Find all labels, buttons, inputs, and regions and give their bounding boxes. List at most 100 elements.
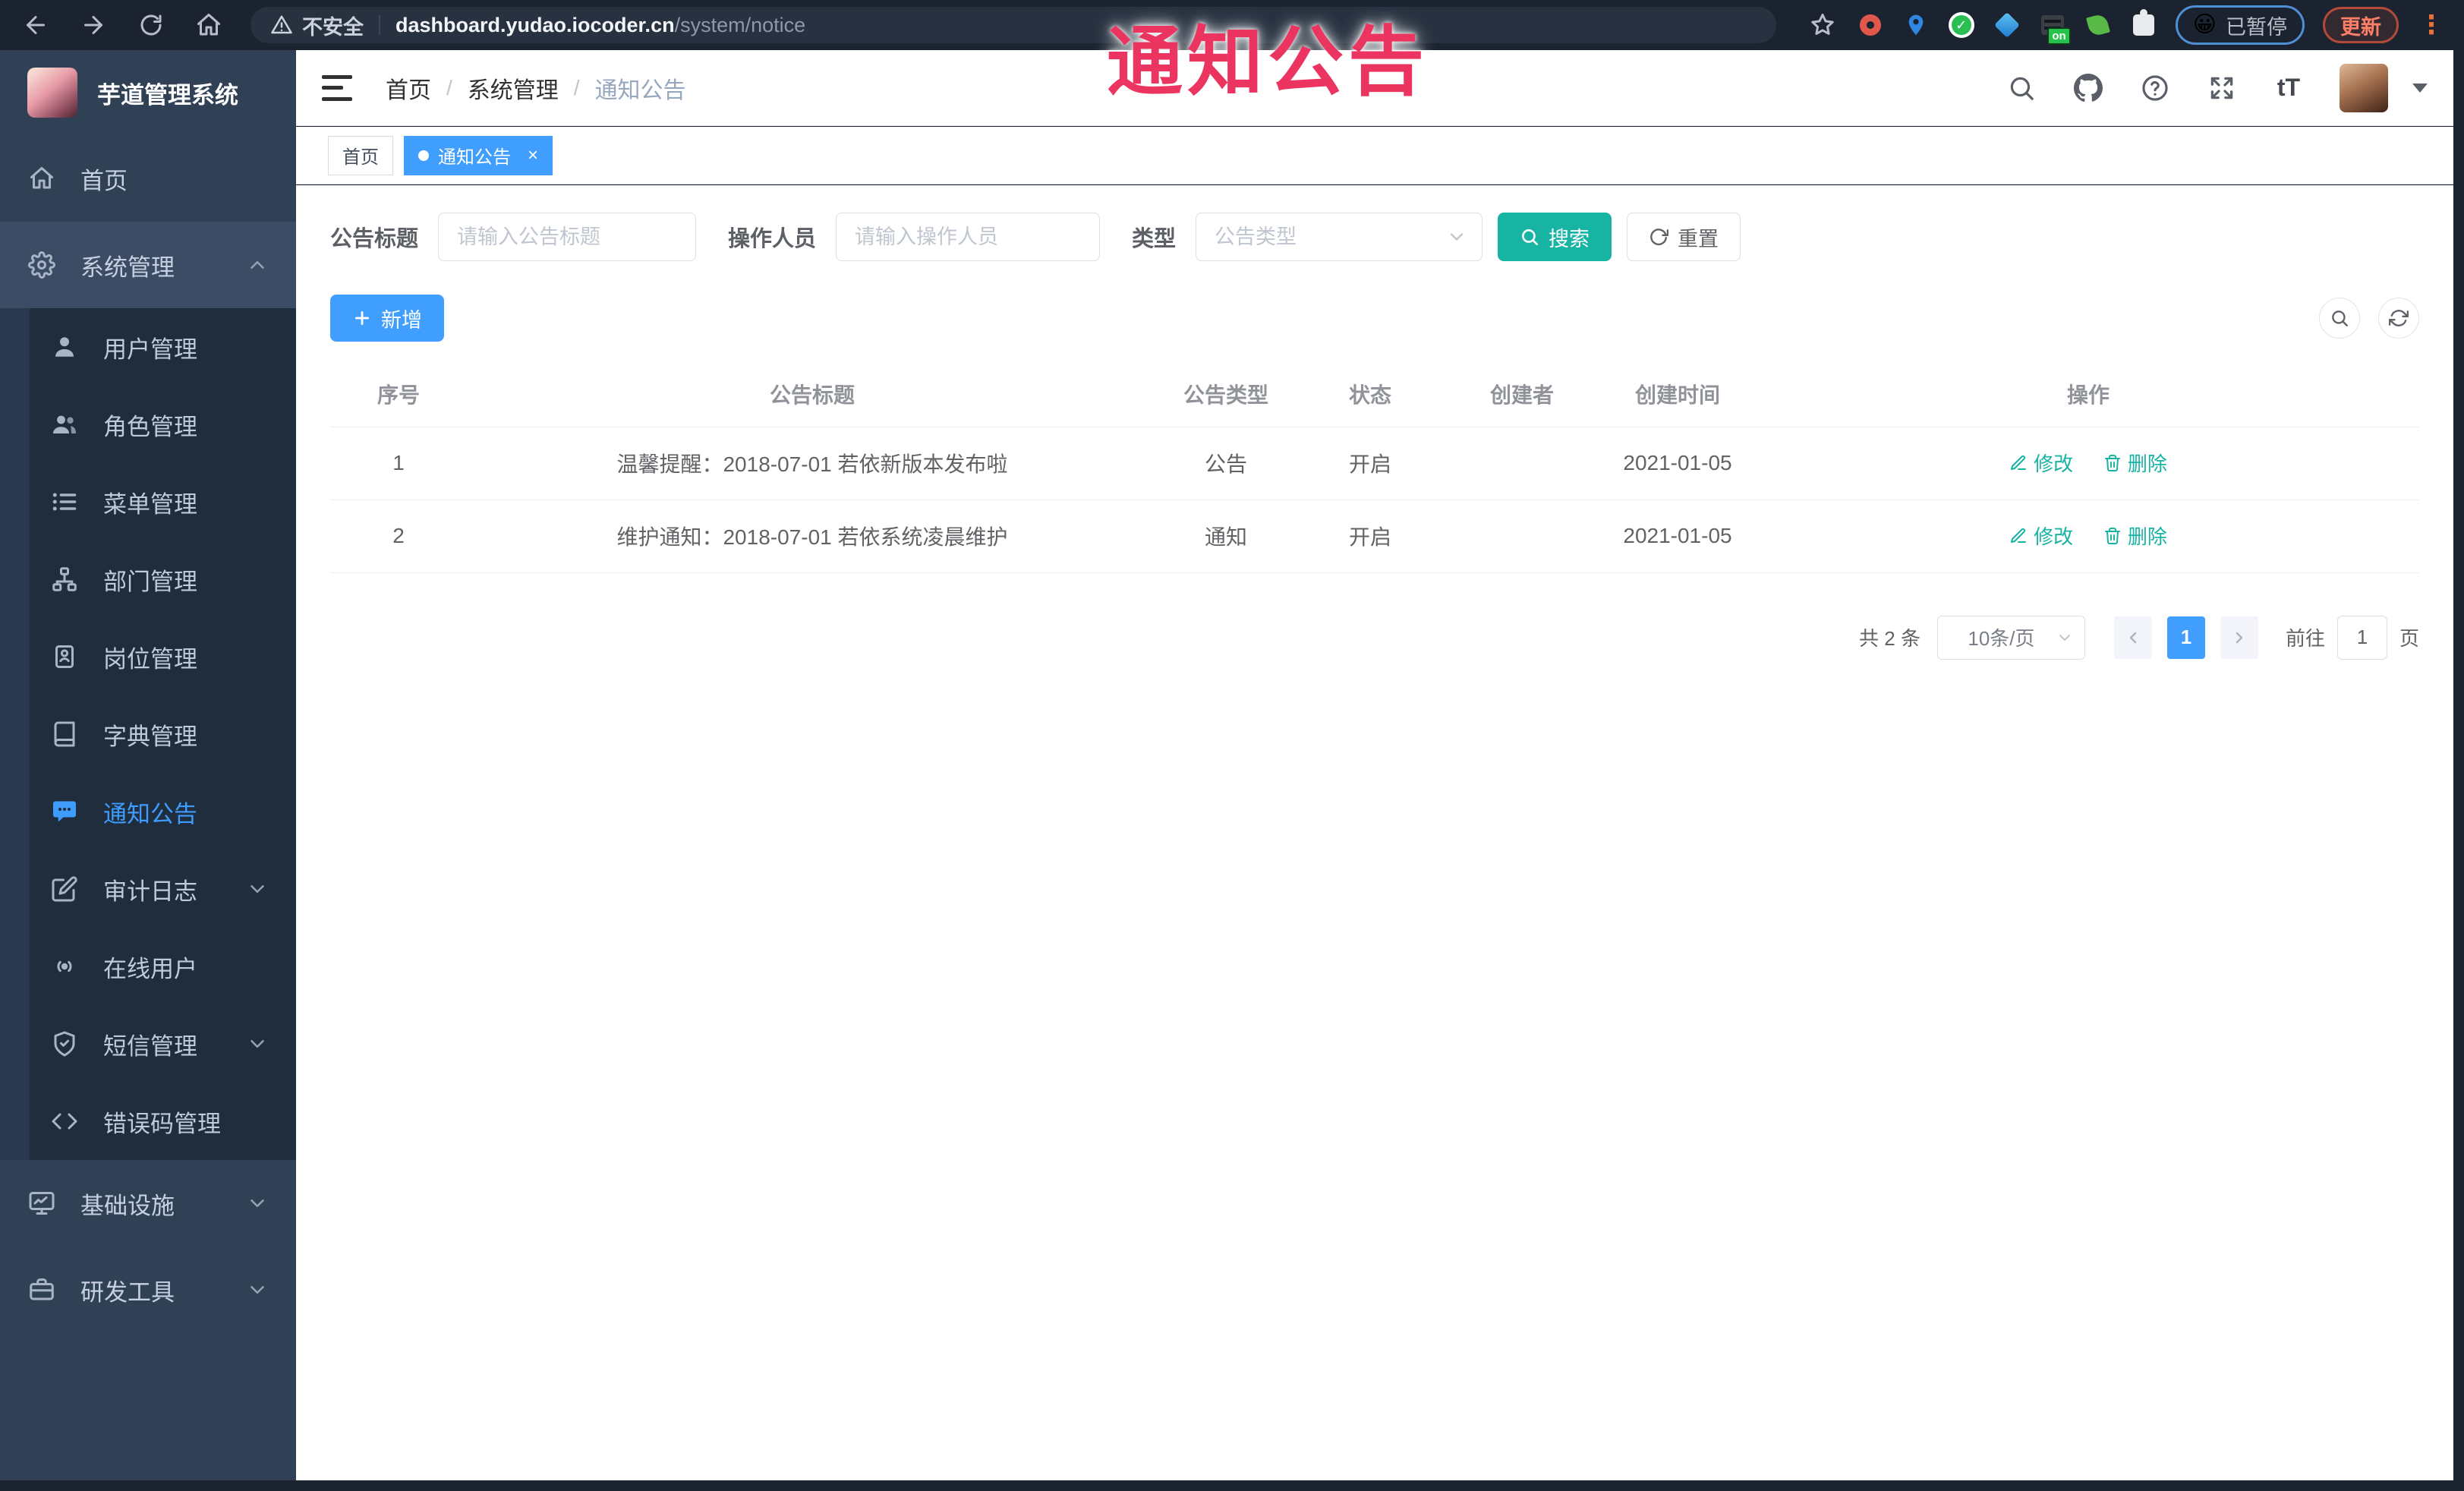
operator-input[interactable] (836, 213, 1101, 261)
cell-actions: 修改 删除 (1757, 500, 2419, 573)
profile-paused-chip[interactable]: 😀 已暂停 (2175, 5, 2305, 45)
browser-forward-button[interactable] (77, 9, 109, 41)
cell-actions: 修改 删除 (1757, 427, 2419, 500)
breadcrumb: 首页 / 系统管理 / 通知公告 (386, 71, 686, 105)
delete-link[interactable]: 删除 (2103, 449, 2167, 477)
extension-green-circle-icon[interactable]: ✓ (1948, 11, 1975, 39)
sidebar-item-system[interactable]: 系统管理 (0, 222, 296, 308)
prev-page-button[interactable] (2113, 616, 2152, 659)
pagination-total: 共 2 条 (1859, 627, 1920, 650)
page-size-select[interactable]: 10条/页 (1936, 615, 2085, 660)
sidebar-item-menus[interactable]: 菜单管理 (0, 463, 296, 541)
menu-list-icon (50, 487, 79, 516)
badge-icon (50, 642, 79, 671)
address-divider (379, 15, 380, 35)
next-page-button[interactable] (2220, 616, 2258, 659)
font-size-icon[interactable]: tT (2273, 72, 2305, 104)
toggle-search-button[interactable] (2319, 298, 2360, 339)
col-actions: 操作 (1757, 361, 2419, 427)
browser-back-button[interactable] (20, 9, 52, 41)
goto-page-input[interactable] (2336, 615, 2387, 660)
search-icon[interactable] (2006, 72, 2037, 104)
browser-menu-icon[interactable]: ⋮ (2418, 11, 2444, 38)
avatar-caret-icon[interactable] (2412, 83, 2428, 93)
address-bar[interactable]: 不安全 dashboard.yudao.iocoder.cn /system/n… (250, 7, 1776, 43)
cell-no: 2 (330, 500, 467, 573)
extension-stack-icon[interactable]: on (2039, 11, 2071, 45)
pagination: 共 2 条 10条/页 1 前往 页 (330, 615, 2419, 660)
screenshot-stage: 不安全 dashboard.yudao.iocoder.cn /system/n… (0, 0, 2464, 1491)
table-header-row: 序号 公告标题 公告类型 状态 创建者 创建时间 操作 (330, 361, 2419, 427)
extension-leaf-icon[interactable] (2084, 11, 2112, 39)
edit-link[interactable]: 修改 (2009, 522, 2073, 550)
cell-status: 开启 (1294, 500, 1446, 573)
sidebar-item-audit-log[interactable]: 审计日志 (0, 850, 296, 928)
help-icon[interactable] (2139, 72, 2171, 104)
bookmark-star-icon[interactable] (1807, 9, 1839, 41)
goto-unit-label: 页 (2399, 627, 2419, 650)
sidebar-item-posts[interactable]: 岗位管理 (0, 618, 296, 695)
tags-view-bar: 首页 通知公告 × (296, 127, 2453, 184)
sidebar-item-home[interactable]: 首页 (0, 135, 296, 222)
home-icon (27, 164, 56, 193)
sidebar-item-roles[interactable]: 角色管理 (0, 386, 296, 463)
sidebar-item-online-users[interactable]: 在线用户 (0, 928, 296, 1005)
col-no: 序号 (330, 361, 467, 427)
tag-home[interactable]: 首页 (328, 135, 393, 175)
sidebar-item-error-codes[interactable]: 错误码管理 (0, 1083, 296, 1160)
paused-label: 已暂停 (2226, 15, 2287, 39)
cell-title: 温馨提醒：2018-07-01 若依新版本发布啦 (467, 427, 1158, 500)
chevron-down-icon (246, 878, 269, 900)
sidebar-item-dictionary[interactable]: 字典管理 (0, 695, 296, 773)
refresh-table-button[interactable] (2378, 298, 2419, 339)
breadcrumb-home[interactable]: 首页 (386, 71, 431, 105)
system-submenu: 用户管理 角色管理 菜单管理 部门管理 岗位管理 字典管理 通知公告 审计日志 … (0, 308, 296, 1160)
browser-reload-button[interactable] (135, 9, 167, 41)
cell-created: 2021-01-05 (1598, 427, 1757, 500)
add-button[interactable]: 新增 (330, 295, 444, 342)
sidebar: 芋道管理系统 首页 系统管理 用户管理 角色管理 菜单管理 部门管理 岗位管理 … (0, 50, 296, 1480)
sidebar-collapse-icon[interactable] (322, 74, 352, 101)
breadcrumb-system[interactable]: 系统管理 (468, 71, 559, 105)
extension-puzzle-icon[interactable] (2130, 9, 2157, 39)
url-path: /system/notice (674, 13, 806, 36)
sidebar-item-users[interactable]: 用户管理 (0, 308, 296, 386)
user-avatar[interactable] (2340, 63, 2388, 112)
monitor-icon (27, 1189, 56, 1218)
extension-pin-icon[interactable] (1902, 11, 1930, 39)
goto-label: 前往 (2285, 627, 2325, 650)
col-title: 公告标题 (467, 361, 1158, 427)
notice-type-select[interactable] (1196, 213, 1483, 261)
browser-home-button[interactable] (193, 9, 225, 41)
sidebar-item-departments[interactable]: 部门管理 (0, 541, 296, 618)
code-icon (50, 1107, 79, 1136)
sidebar-item-dev-tools[interactable]: 研发工具 (0, 1247, 296, 1333)
profile-emoji-avatar: 😀 (2192, 12, 2217, 37)
insecure-warning-icon (270, 14, 293, 36)
delete-link[interactable]: 删除 (2103, 522, 2167, 550)
browser-update-button[interactable]: 更新 (2323, 7, 2399, 43)
cell-creator (1446, 427, 1598, 500)
close-icon[interactable]: × (528, 146, 538, 165)
col-type: 公告类型 (1158, 361, 1294, 427)
extension-ring-icon[interactable] (1857, 11, 1884, 39)
tag-notice[interactable]: 通知公告 × (404, 135, 553, 175)
sidebar-item-sms[interactable]: 短信管理 (0, 1005, 296, 1083)
edit-link[interactable]: 修改 (2009, 449, 2073, 477)
sidebar-item-notice[interactable]: 通知公告 (0, 773, 296, 850)
cell-title: 维护通知：2018-07-01 若依系统凌晨维护 (467, 500, 1158, 573)
search-button[interactable]: 搜索 (1498, 213, 1612, 261)
message-icon (50, 797, 79, 826)
github-icon[interactable] (2072, 72, 2104, 104)
page-number-button[interactable]: 1 (2166, 616, 2205, 659)
reset-button[interactable]: 重置 (1627, 213, 1741, 261)
extension-diamond-icon[interactable] (1993, 11, 2021, 39)
url-host: dashboard.yudao.iocoder.cn (395, 13, 675, 36)
sidebar-item-infrastructure[interactable]: 基础设施 (0, 1160, 296, 1247)
fullscreen-icon[interactable] (2206, 72, 2238, 104)
cell-creator (1446, 500, 1598, 573)
search-filter-form: 公告标题 操作人员 类型 搜索 (330, 213, 2419, 261)
col-status: 状态 (1294, 361, 1446, 427)
notice-title-input[interactable] (438, 213, 697, 261)
notice-title-label: 公告标题 (330, 227, 419, 251)
